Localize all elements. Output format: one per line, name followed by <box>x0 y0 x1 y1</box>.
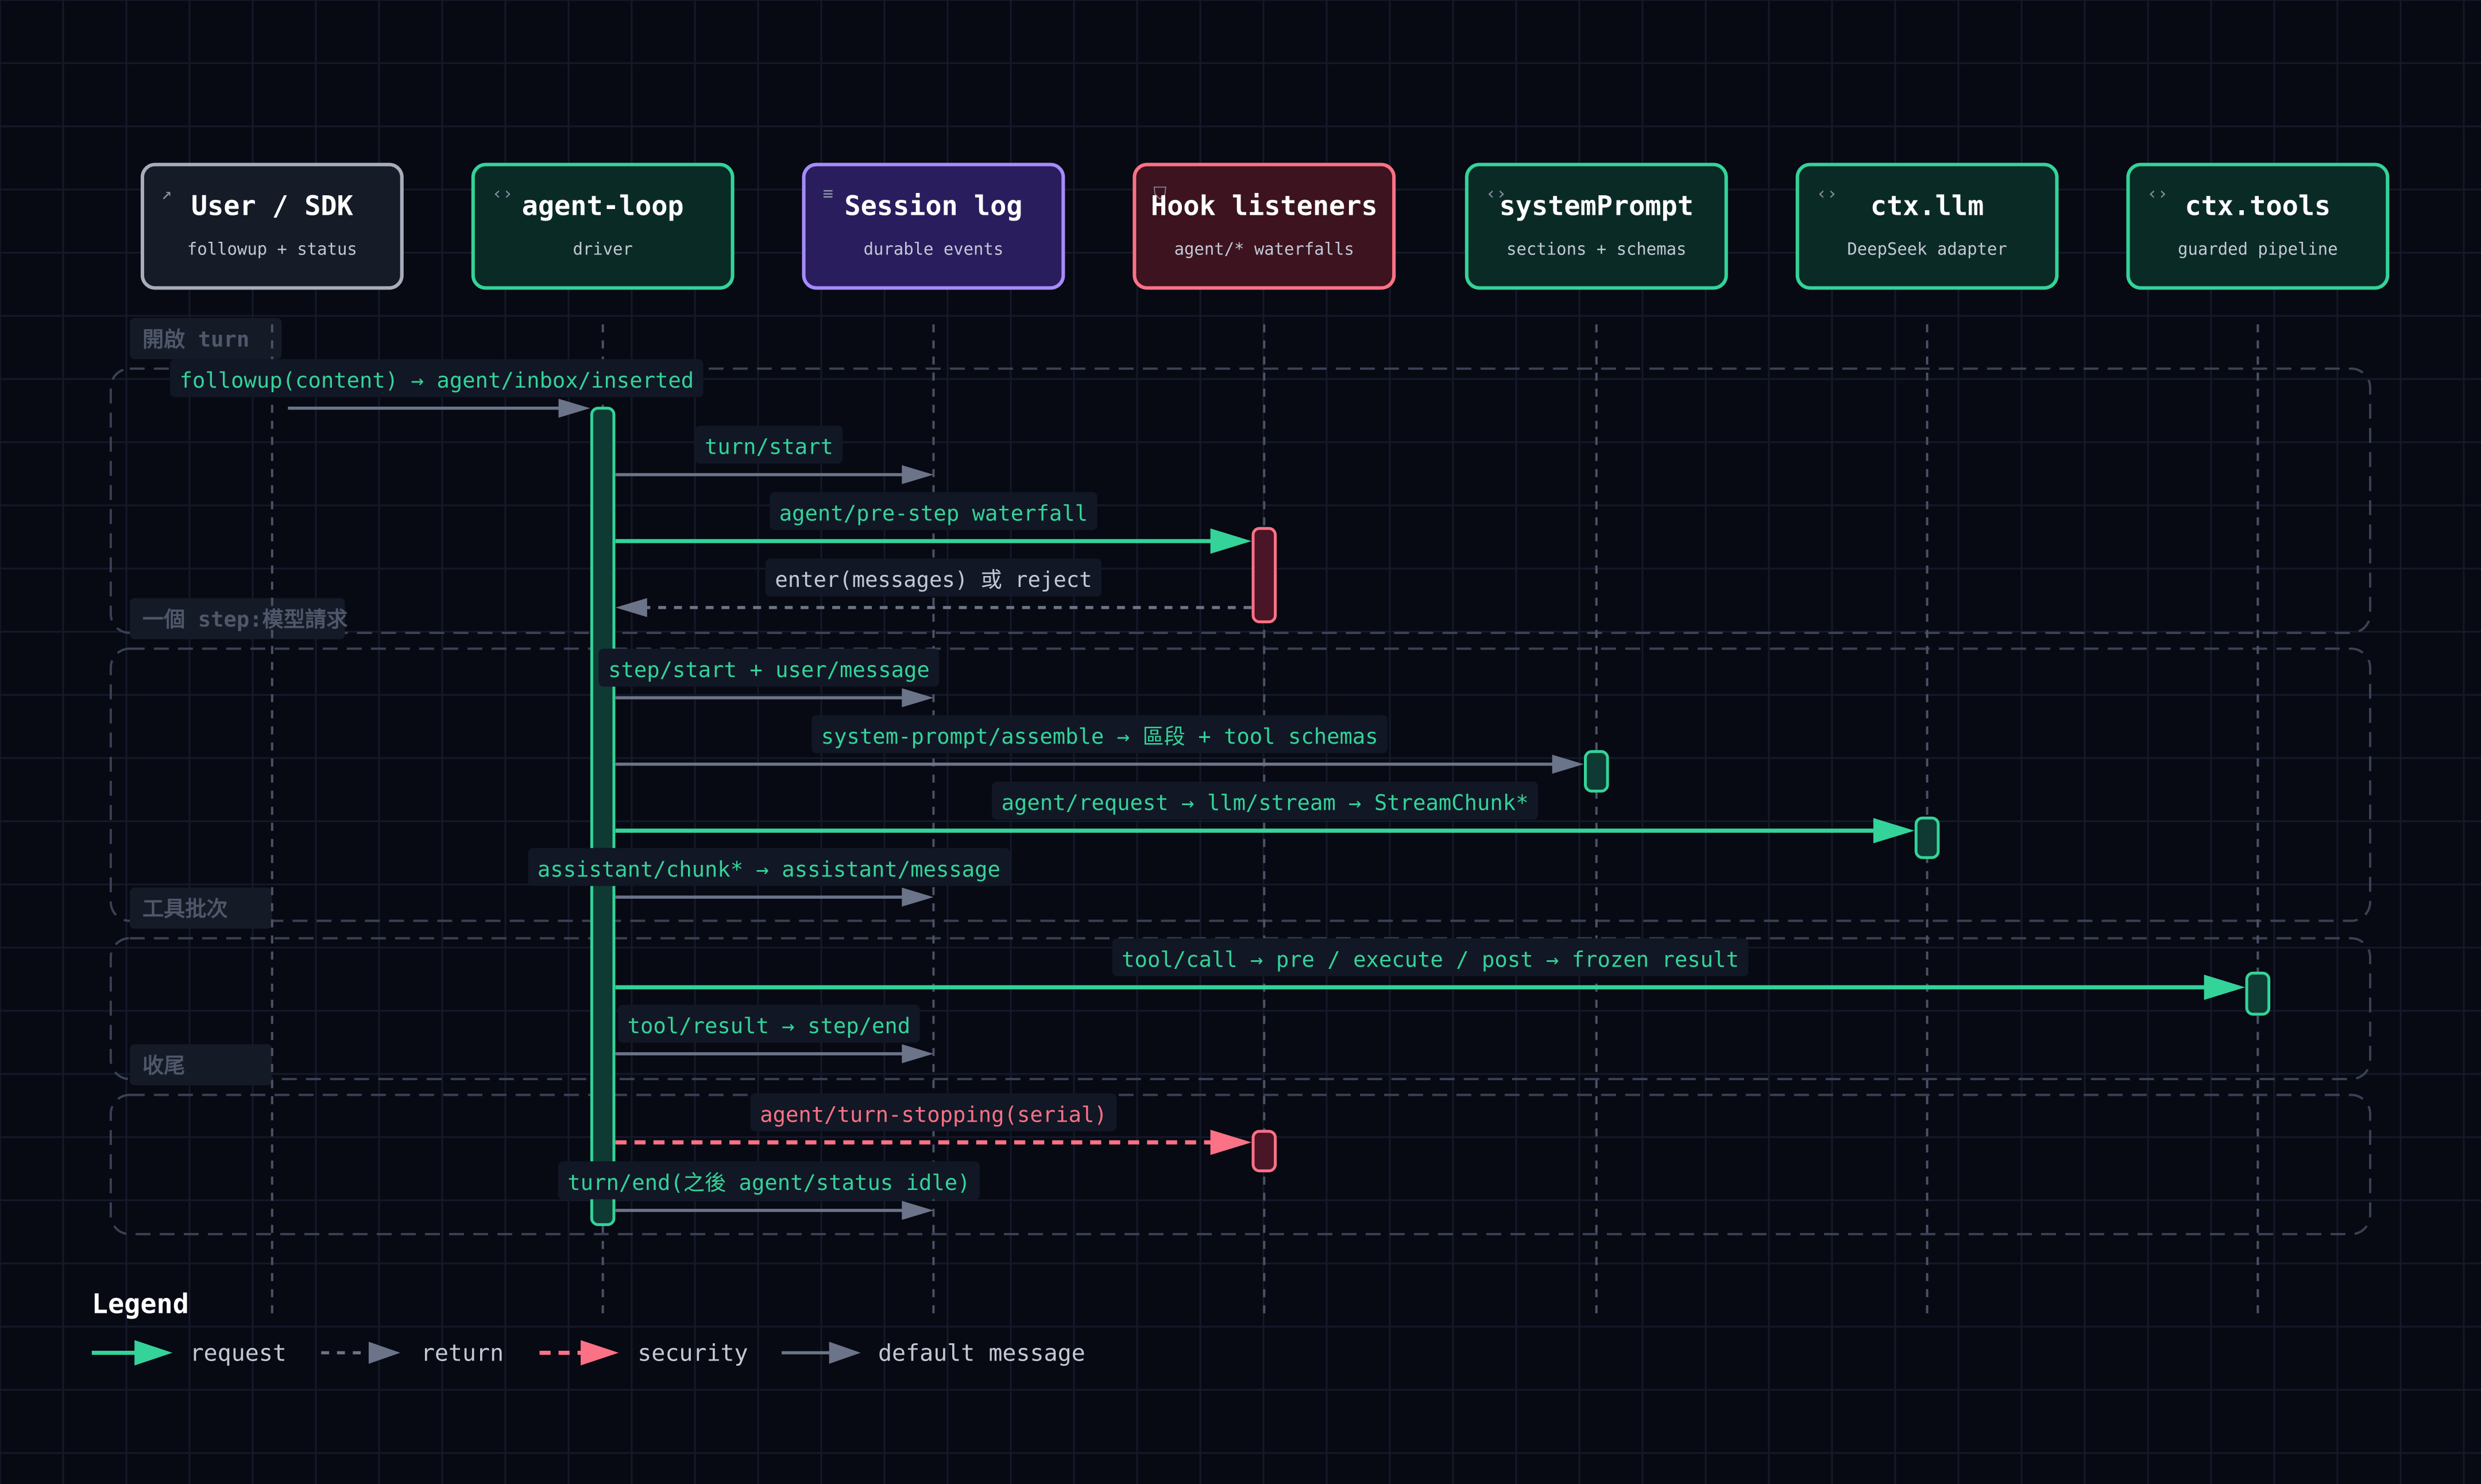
sequence-diagram-canvas: 開啟 turn 一個 step:模型請求工具批次收尾 ↗ User / SDK foll… <box>0 0 2481 1484</box>
message-label: agent/request → llm/stream → StreamChunk… <box>1002 790 1529 816</box>
participant-tools: ‹› ctx.tools guarded pipeline <box>2126 163 2390 290</box>
group-label: 工具批次 <box>142 896 228 921</box>
participant-title: ctx.tools <box>2185 191 2331 222</box>
activation-ctx-llm <box>1914 816 1940 859</box>
message-label: tool/result → step/end <box>628 1013 911 1038</box>
message-label: turn/end(之後 agent/status idle) <box>567 1170 970 1195</box>
message-label: assistant/chunk* → assistant/message <box>538 856 1000 882</box>
participant-subtitle: DeepSeek adapter <box>1847 239 2007 259</box>
message-label: agent/turn-stopping(serial) <box>760 1102 1107 1127</box>
sequence-diagram: 開啟 turn 一個 step:模型請求 工具批次收尾 ↗ User / SDK foll… <box>0 0 2481 1484</box>
legend-title: Legend <box>92 1289 189 1320</box>
message-label: tool/call → pre / execute / post → froze… <box>1122 946 1739 972</box>
message-label: enter(messages) 或 reject <box>775 567 1092 592</box>
message-label: followup(content) → agent/inbox/inserted <box>180 368 694 393</box>
participant-agent: ‹› agent-loop driver <box>471 163 735 290</box>
external-link-icon: ↗ <box>161 184 172 204</box>
participant-subtitle: driver <box>573 239 632 259</box>
participant-subtitle: durable events <box>864 239 1004 259</box>
legend-label: security <box>637 1340 748 1366</box>
message-label: system-prompt/assemble → 區段 + tool schem… <box>821 724 1378 749</box>
group-label: 一個 step:模型請求 <box>142 606 348 632</box>
participant-title: User / SDK <box>191 191 354 222</box>
code-icon: ‹› <box>1817 184 1837 204</box>
participant-title: Session log <box>844 191 1022 222</box>
legend-label: request <box>190 1340 287 1366</box>
group-label: 收尾 <box>142 1053 185 1078</box>
participant-title: agent-loop <box>522 191 684 222</box>
message-label: agent/pre-step waterfall <box>779 500 1088 525</box>
database-icon: ≡ <box>823 184 833 204</box>
activation-hook-stopping <box>1251 1130 1277 1173</box>
participant-subtitle: sections + schemas <box>1506 239 1686 259</box>
legend-label: return <box>421 1340 504 1366</box>
message-label: turn/start <box>705 434 833 459</box>
participant-user: ↗ User / SDK followup + status <box>140 163 404 290</box>
code-icon: ‹› <box>492 184 513 204</box>
participant-hook: ⛉Hook listenersagent/* waterfalls <box>1133 163 1396 290</box>
code-icon: ‹› <box>2147 184 2168 204</box>
activation-system-prompt <box>1584 750 1609 793</box>
activation-agent-loop <box>590 407 616 1226</box>
participant-subtitle: guarded pipeline <box>2178 239 2337 259</box>
message-label: step/start + user/message <box>608 657 930 682</box>
participant-subtitle: followup + status <box>187 239 357 259</box>
activation-hook-listeners <box>1251 527 1277 624</box>
legend-label: default message <box>878 1340 1085 1366</box>
participant-title: ctx.llm <box>1871 191 1984 222</box>
participant-sysprompt: ‹›systemPromptsections + schemas <box>1464 163 1728 290</box>
group-label: 開啟 turn <box>142 326 249 351</box>
activation-ctx-tools <box>2245 971 2271 1016</box>
participant-title: Hook listeners <box>1151 191 1378 222</box>
participant-title: systemPrompt <box>1500 191 1694 222</box>
participant-llm: ‹› ctx.llm DeepSeek adapter <box>1795 163 2059 290</box>
participant-session: ≡ Session log durable events <box>802 163 1065 290</box>
participant-subtitle: agent/* waterfalls <box>1174 239 1354 259</box>
